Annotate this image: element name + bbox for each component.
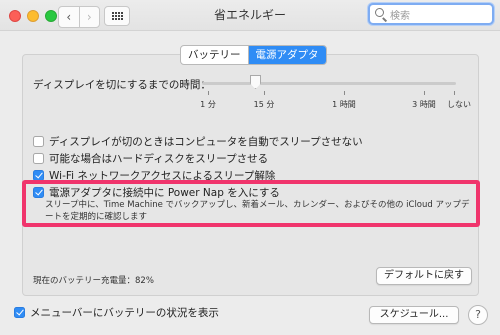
checkbox[interactable] [14, 307, 25, 318]
power-source-tabs: バッテリー 電源アダプタ [180, 45, 327, 65]
slider-tick [344, 91, 345, 95]
close-button[interactable] [9, 10, 21, 22]
option-disk-sleep[interactable]: 可能な場合はハードディスクをスリープさせる [33, 151, 268, 166]
help-button[interactable]: ? [468, 305, 488, 325]
zoom-button[interactable] [45, 10, 57, 22]
tab-power-adapter[interactable]: 電源アダプタ [248, 46, 326, 64]
slider-tick [264, 91, 265, 95]
search-icon [375, 8, 384, 17]
tab-battery[interactable]: バッテリー [181, 46, 249, 64]
navigation-buttons: ‹ › [58, 6, 100, 28]
minimize-button[interactable] [27, 10, 39, 22]
option-label: メニューバーにバッテリーの状況を表示 [30, 307, 219, 319]
slider-tick [424, 91, 425, 95]
search-placeholder: 検索 [390, 11, 410, 22]
energy-saver-window: ‹ › 省エネルギー 検索 バッテリー 電源アダプタ ディスプレイを切にするまで… [0, 0, 500, 335]
tick-label-1min: 1 分 [200, 100, 216, 109]
back-button[interactable]: ‹ [59, 7, 80, 27]
tick-label-1hour: 1 時間 [332, 100, 356, 109]
search-field[interactable]: 検索 [368, 3, 494, 25]
tick-label-3hours: 3 時間 [412, 100, 436, 109]
option-prevent-sleep[interactable]: ディスプレイが切のときはコンピュータを自動でスリープさせない [33, 134, 363, 149]
forward-button[interactable]: › [80, 7, 100, 27]
title-bar: ‹ › 省エネルギー 検索 [0, 0, 500, 31]
checkbox[interactable] [33, 153, 44, 164]
highlight-annotation [22, 180, 480, 227]
restore-defaults-button[interactable]: デフォルトに戻す [376, 267, 472, 285]
checkbox[interactable] [33, 136, 44, 147]
battery-level-text: 現在のバッテリー充電量：82% [33, 276, 154, 286]
chevron-right-icon: › [86, 10, 92, 24]
tick-label-never: しない [447, 100, 471, 109]
show-all-button[interactable] [104, 6, 130, 26]
display-sleep-slider-track[interactable] [202, 82, 456, 85]
tick-label-15min: 15 分 [253, 100, 275, 109]
schedule-button[interactable]: スケジュール... [369, 306, 459, 324]
option-label: 可能な場合はハードディスクをスリープさせる [49, 153, 269, 165]
display-sleep-label: ディスプレイを切にするまでの時間： [33, 79, 211, 91]
grid-icon [112, 12, 123, 21]
option-label: ディスプレイが切のときはコンピュータを自動でスリープさせない [49, 136, 363, 148]
slider-tick [208, 91, 209, 95]
slider-tick [454, 91, 455, 95]
option-show-battery-menubar[interactable]: メニューバーにバッテリーの状況を表示 [14, 305, 219, 320]
chevron-left-icon: ‹ [66, 10, 72, 24]
